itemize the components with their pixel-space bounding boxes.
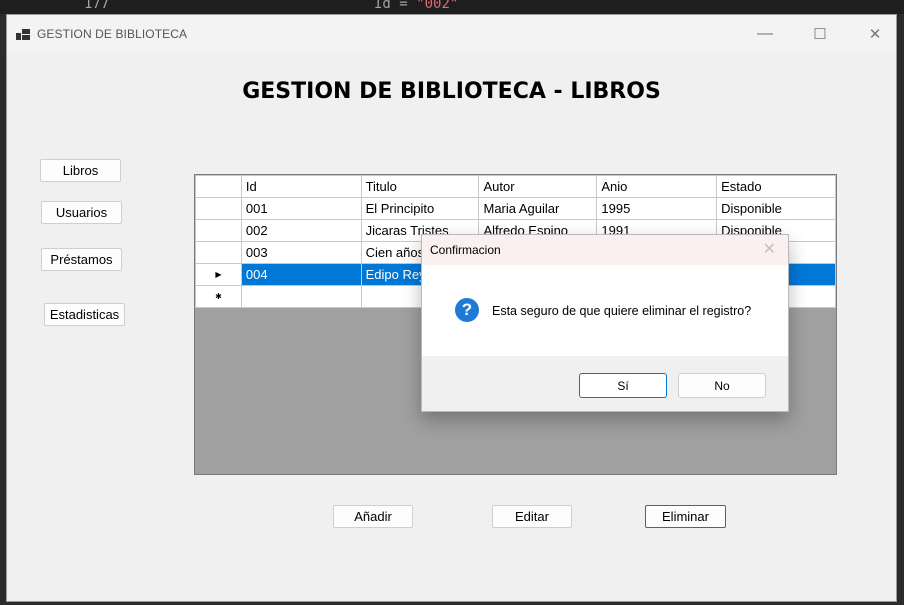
- background-code-string: "002": [416, 0, 459, 12]
- sidebar-item-estadisticas[interactable]: Estadisticas: [44, 303, 125, 326]
- table-cell[interactable]: [240, 285, 362, 308]
- column-header[interactable]: Anio: [596, 175, 718, 198]
- table-cell[interactable]: El Principito: [360, 197, 480, 220]
- table-cell[interactable]: 1995: [596, 197, 718, 220]
- dialog-message: Esta seguro de que quiere eliminar el re…: [492, 304, 752, 318]
- row-header-corner: [195, 175, 242, 198]
- row-header[interactable]: [195, 219, 242, 242]
- edit-button[interactable]: Editar: [492, 505, 572, 528]
- new-row-indicator-icon[interactable]: ✱: [195, 285, 242, 308]
- dialog-footer: Sí No: [422, 356, 788, 411]
- app-icon: [16, 29, 30, 40]
- table-cell[interactable]: Maria Aguilar: [478, 197, 598, 220]
- window-title: GESTION DE BIBLIOTECA: [37, 27, 188, 41]
- table-cell[interactable]: 003: [240, 241, 362, 264]
- table-cell[interactable]: 002: [240, 219, 362, 242]
- column-header[interactable]: Id: [240, 175, 362, 198]
- close-button[interactable]: ✕: [852, 15, 898, 53]
- current-row-indicator-icon[interactable]: ▶: [195, 263, 242, 286]
- background-code-number: 177: [84, 0, 110, 12]
- table-cell[interactable]: 001: [240, 197, 362, 220]
- yes-button[interactable]: Sí: [579, 373, 667, 398]
- column-header[interactable]: Titulo: [360, 175, 480, 198]
- confirmation-dialog: Confirmacion ✕ ? Esta seguro de que quie…: [421, 234, 789, 412]
- table-cell[interactable]: 004: [240, 263, 362, 286]
- page-title: GESTION DE BIBLIOTECA - LIBROS: [242, 79, 661, 104]
- column-header[interactable]: Estado: [716, 175, 836, 198]
- no-button[interactable]: No: [678, 373, 766, 398]
- row-header[interactable]: [195, 197, 242, 220]
- question-icon: ?: [455, 298, 479, 322]
- dialog-title-bar[interactable]: Confirmacion ✕: [422, 235, 788, 265]
- background-code-line: Id = "002": [374, 0, 458, 12]
- dialog-title: Confirmacion: [430, 243, 501, 257]
- sidebar-item-libros[interactable]: Libros: [40, 159, 121, 182]
- minimize-button[interactable]: —: [742, 15, 788, 53]
- title-bar[interactable]: GESTION DE BIBLIOTECA — ☐ ✕: [7, 15, 896, 53]
- column-header[interactable]: Autor: [478, 175, 598, 198]
- sidebar-item-usuarios[interactable]: Usuarios: [41, 201, 122, 224]
- add-button[interactable]: Añadir: [333, 505, 413, 528]
- table-row[interactable]: 001 El Principito Maria Aguilar 1995 Dis…: [195, 197, 836, 220]
- dialog-close-icon[interactable]: ✕: [763, 239, 776, 259]
- sidebar-item-prestamos[interactable]: Préstamos: [41, 248, 122, 271]
- table-cell[interactable]: Disponible: [716, 197, 836, 220]
- background-editor: 177 Id = "002": [0, 0, 904, 14]
- table-header-row: Id Titulo Autor Anio Estado: [195, 175, 836, 198]
- background-code-text: Id =: [374, 0, 417, 12]
- delete-button[interactable]: Eliminar: [645, 505, 726, 528]
- maximize-button[interactable]: ☐: [797, 15, 843, 53]
- row-header[interactable]: [195, 241, 242, 264]
